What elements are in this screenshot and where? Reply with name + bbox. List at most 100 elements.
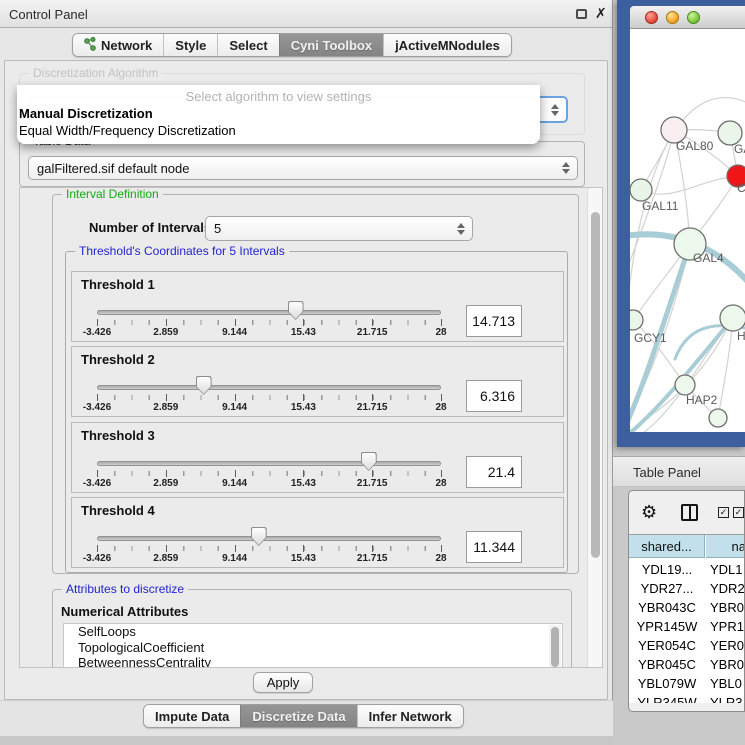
threshold-3-slider[interactable]: -3.426 2.859 9.144 15.43 21.715 28 xyxy=(97,423,441,494)
threshold-3-value-field[interactable]: 21.4 xyxy=(466,456,522,488)
attributes-to-discretize-group: Attributes to discretize Numerical Attri… xyxy=(52,589,572,668)
dropdown-item-equal-width-frequency[interactable]: Equal Width/Frequency Discretization xyxy=(19,123,236,138)
threshold-2-slider[interactable]: -3.426 2.859 9.144 15.43 21.715 28 xyxy=(97,347,441,418)
node-label: GA xyxy=(734,142,745,156)
tab-cyni-toolbox[interactable]: Cyni Toolbox xyxy=(279,34,383,56)
node-label: HAP2 xyxy=(686,393,717,407)
close-icon[interactable]: ✗ xyxy=(595,5,607,22)
slider-track[interactable] xyxy=(97,536,441,541)
close-button[interactable] xyxy=(645,11,658,24)
network-graph xyxy=(630,29,745,432)
tab-network[interactable]: Network xyxy=(73,34,163,56)
thresholds-group: Threshold's Coordinates for 5 Intervals … xyxy=(65,251,568,573)
node-label: H xyxy=(737,329,745,343)
threshold-4-slider[interactable]: -3.426 2.859 9.144 15.43 21.715 28 xyxy=(97,498,441,569)
zoom-button[interactable] xyxy=(687,11,700,24)
table-row[interactable]: YPR145WYPR1 xyxy=(629,619,745,638)
node-label: GAL80 xyxy=(676,139,713,153)
list-item[interactable]: BetweennessCentrality xyxy=(64,655,562,668)
dropdown-item-manual-discretization[interactable]: Manual Discretization xyxy=(19,106,153,121)
node-h[interactable] xyxy=(720,305,745,331)
table-row[interactable]: YBR045CYBR0 xyxy=(629,657,745,676)
float-window-icon[interactable] xyxy=(576,9,587,19)
slider-thumb[interactable] xyxy=(288,301,304,320)
table-row[interactable]: YLR345WYLR3 xyxy=(629,695,745,703)
tab-jactivemnodules[interactable]: jActiveMNodules xyxy=(383,34,511,56)
dropdown-hint: Select algorithm to view settings xyxy=(17,89,540,104)
list-scrollbar[interactable] xyxy=(549,625,561,668)
slider-thumb[interactable] xyxy=(196,376,212,395)
network-icon xyxy=(84,37,96,54)
minor-ticks xyxy=(97,395,442,400)
interval-definition-group: Interval Definition Number of Intervals … xyxy=(52,194,579,574)
table-panel-title: Table Panel xyxy=(633,465,701,480)
tab-style[interactable]: Style xyxy=(163,34,217,56)
cyni-bottom-tabs: Impute Data Discretize Data Infer Networ… xyxy=(143,704,464,728)
checkbox-icon[interactable]: ✓ xyxy=(718,507,729,518)
table-row[interactable]: YDR27...YDR2 xyxy=(629,581,745,600)
group-title: Attributes to discretize xyxy=(62,582,188,596)
network-window-titlebar xyxy=(630,6,745,29)
numerical-attributes-list: SelfLoops TopologicalCoefficient Between… xyxy=(63,623,563,668)
table-row[interactable]: YBL079WYBL0 xyxy=(629,676,745,695)
threshold-1-slider[interactable]: -3.426 2.859 9.144 15.43 21.715 28 xyxy=(97,272,441,343)
tab-discretize-data[interactable]: Discretize Data xyxy=(240,705,356,727)
tab-infer-network[interactable]: Infer Network xyxy=(357,705,463,727)
threshold-4-value-field[interactable]: 11.344 xyxy=(466,531,522,563)
table-panel-window: ⚙ ✓ ✓ shared... na YDL19...YDL1 YDR27...… xyxy=(628,490,745,712)
checkbox-icon[interactable]: ✓ xyxy=(733,507,744,518)
table-data-group: Table Data galFiltered.sif default node xyxy=(19,141,585,187)
node-gal11[interactable] xyxy=(630,179,652,201)
node-label: C xyxy=(737,181,745,195)
right-region: GAL80 GA C GAL11 GAL4 GCY1 H HAP2 Table … xyxy=(613,0,745,745)
table-data-combobox[interactable]: galFiltered.sif default node xyxy=(28,156,578,180)
split-view-icon[interactable] xyxy=(681,504,698,521)
list-item[interactable]: SelfLoops xyxy=(64,624,562,640)
column-header-shared-name[interactable]: shared... xyxy=(629,535,705,558)
list-item[interactable]: TopologicalCoefficient xyxy=(64,640,562,656)
group-title: Interval Definition xyxy=(62,187,163,201)
node-table: shared... na YDL19...YDL1 YDR27...YDR2 Y… xyxy=(629,534,745,703)
network-canvas[interactable]: GAL80 GA C GAL11 GAL4 GCY1 H HAP2 xyxy=(630,29,745,432)
vertical-scrollbar[interactable] xyxy=(587,188,602,667)
combo-arrows-icon xyxy=(551,104,559,116)
threshold-1-panel: Threshold 1 -3.426 2.859 9.144 15.43 xyxy=(71,271,564,342)
slider-thumb[interactable] xyxy=(361,452,377,471)
table-panel-titlebar: Table Panel xyxy=(613,456,745,487)
tab-impute-data[interactable]: Impute Data xyxy=(144,705,240,727)
node-label: GCY1 xyxy=(634,331,667,345)
slider-thumb[interactable] xyxy=(251,527,267,546)
slider-track[interactable] xyxy=(97,461,441,466)
group-title: Discretization Algorithm xyxy=(29,66,162,80)
algorithm-dropdown-popup: Select algorithm to view settings Manual… xyxy=(17,85,540,144)
cyni-toolbox-panel: Discretization Algorithm Select algorith… xyxy=(4,60,608,700)
column-header-name[interactable]: na xyxy=(706,535,745,558)
scrollbar-thumb[interactable] xyxy=(591,212,600,558)
number-of-intervals-combobox[interactable]: 5 xyxy=(205,216,473,241)
minimize-button[interactable] xyxy=(666,11,679,24)
threshold-1-value-field[interactable]: 14.713 xyxy=(466,305,522,337)
node-gcy1[interactable] xyxy=(630,310,643,330)
threshold-3-panel: Threshold 3 -3.426 2.859 9.144 15.43 xyxy=(71,422,564,493)
tab-select[interactable]: Select xyxy=(217,34,278,56)
gear-icon[interactable]: ⚙ xyxy=(641,503,657,521)
slider-track[interactable] xyxy=(97,385,441,390)
apply-button[interactable]: Apply xyxy=(253,672,313,693)
group-title: Threshold's Coordinates for 5 Intervals xyxy=(75,244,289,258)
threshold-2-value-field[interactable]: 6.316 xyxy=(466,380,522,412)
node-bottom[interactable] xyxy=(709,409,727,427)
table-row[interactable]: YDL19...YDL1 xyxy=(629,562,745,581)
minor-ticks xyxy=(97,546,442,551)
threshold-2-panel: Threshold 2 -3.426 2.859 9.144 15.43 xyxy=(71,346,564,417)
panel-title: Control Panel xyxy=(9,7,88,22)
table-row[interactable]: YER054CYER0 xyxy=(629,638,745,657)
slider-track[interactable] xyxy=(97,310,441,315)
network-view-window: GAL80 GA C GAL11 GAL4 GCY1 H HAP2 xyxy=(617,0,745,447)
control-panel-tabs: Network Style Select Cyni Toolbox jActiv… xyxy=(72,33,512,57)
node-label: GAL4 xyxy=(693,251,724,265)
number-of-intervals-label: Number of Intervals xyxy=(89,220,211,235)
minor-ticks xyxy=(97,471,442,476)
numerical-attributes-label: Numerical Attributes xyxy=(61,604,188,619)
table-row[interactable]: YBR043CYBR0 xyxy=(629,600,745,619)
node-hap2[interactable] xyxy=(675,375,695,395)
